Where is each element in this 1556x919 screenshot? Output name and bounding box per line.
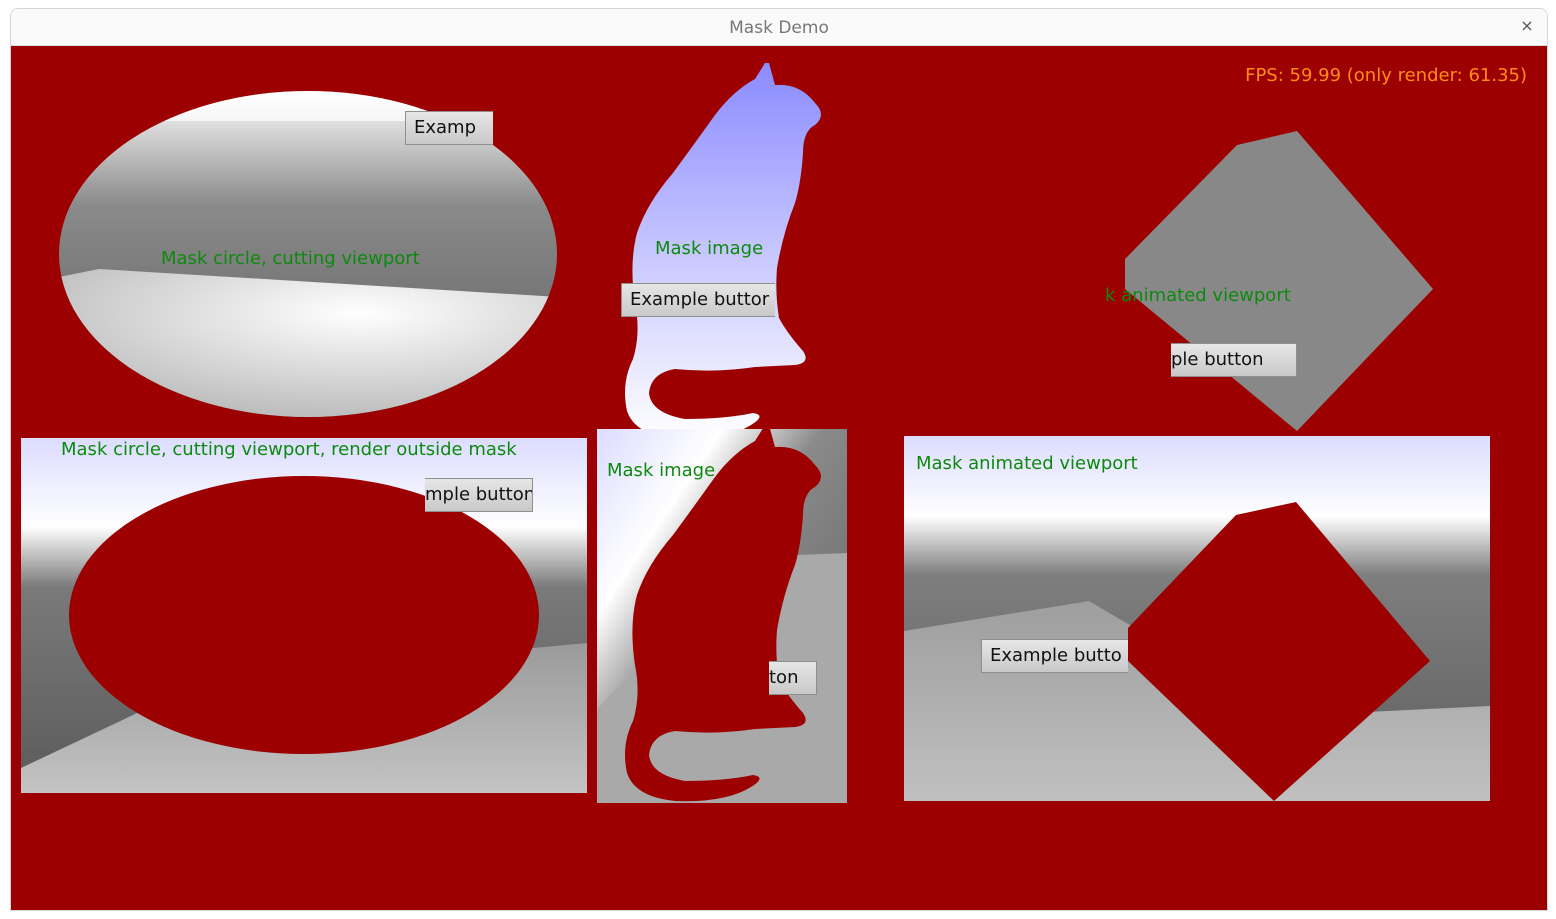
panel-label: Mask circle, cutting viewport, render ou… — [61, 439, 517, 460]
panel-label: k animated viewport — [1105, 285, 1291, 306]
circle-mask-panel: Examp Mask circle, cutting viewport — [59, 91, 559, 417]
cat-mask-panel: Mask image Example buttor — [615, 63, 831, 439]
example-button[interactable]: Examp — [405, 111, 493, 145]
example-button[interactable]: Example buttor — [621, 283, 775, 317]
title-bar[interactable]: Mask Demo × — [11, 9, 1547, 46]
fps-counter: FPS: 59.99 (only render: 61.35) — [1245, 65, 1527, 86]
example-button[interactable]: Example butto — [981, 639, 1128, 673]
panel-label: Mask animated viewport — [916, 453, 1138, 474]
scene-background — [597, 429, 847, 803]
panel-label: Mask image — [607, 460, 716, 481]
panel-label: Mask image — [655, 238, 764, 259]
circle-outside-panel: mple button Mask circle, cutting viewpor… — [21, 438, 587, 793]
animated-mask-panel: k animated viewport ple button — [1101, 131, 1441, 441]
panel-label: Mask circle, cutting viewport — [161, 248, 420, 269]
example-button[interactable]: mple button — [425, 478, 533, 512]
cat-outside-panel: Mask image ton — [597, 429, 847, 803]
window-title: Mask Demo — [729, 18, 829, 38]
scene-background — [904, 436, 1490, 801]
close-icon[interactable]: × — [1517, 16, 1537, 36]
app-window: Mask Demo × Examp Mask circle, cutting v… — [10, 8, 1548, 911]
animated-outside-panel: Mask animated viewport Example butto — [904, 436, 1490, 801]
example-button[interactable]: ton — [769, 661, 817, 695]
viewport-canvas: Examp Mask circle, cutting viewport Mask… — [11, 46, 1547, 910]
example-button[interactable]: ple button — [1171, 343, 1297, 377]
